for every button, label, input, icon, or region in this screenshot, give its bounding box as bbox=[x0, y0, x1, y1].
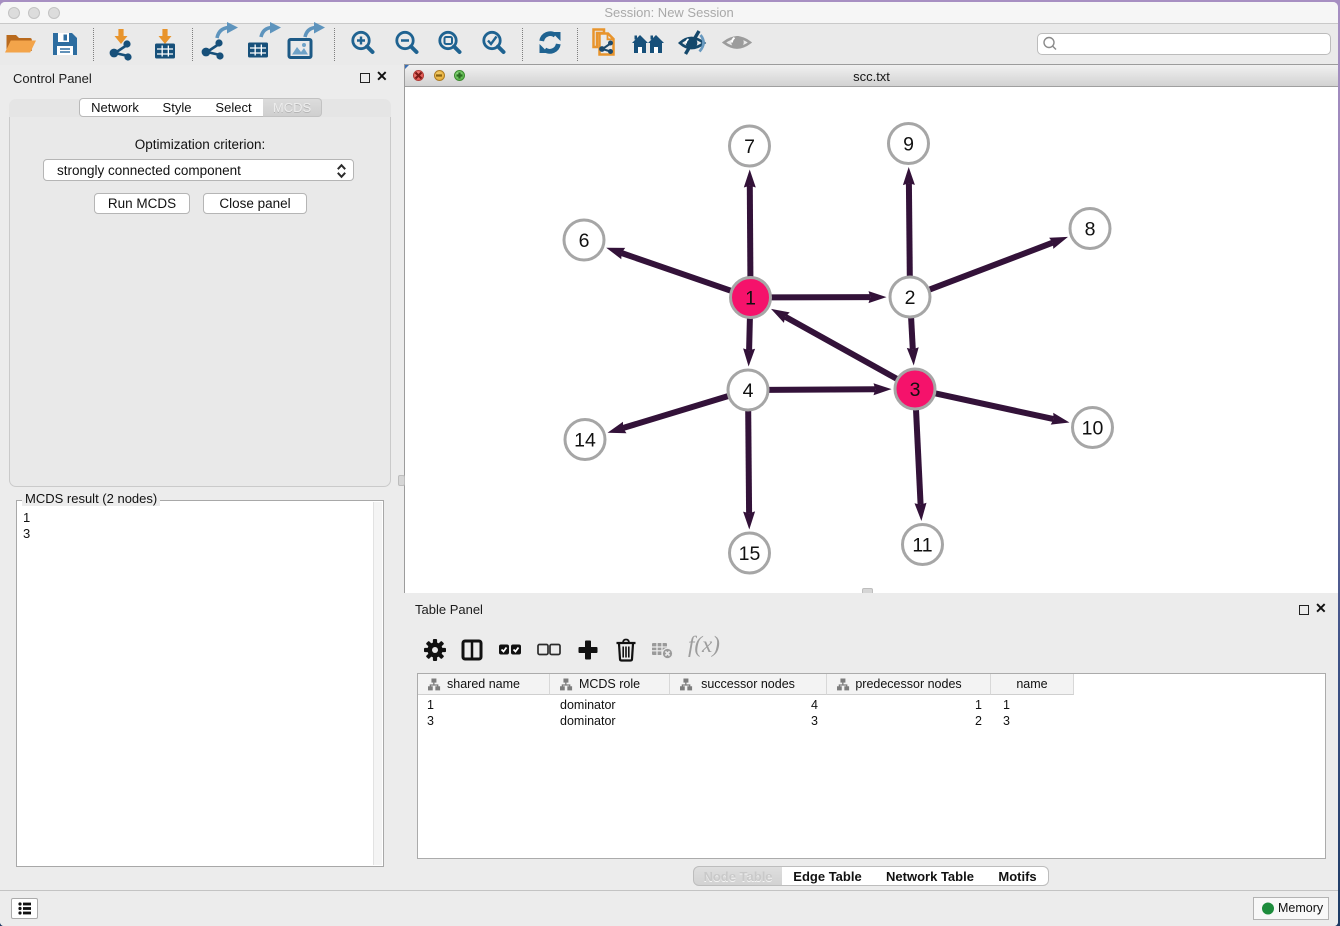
svg-text:1: 1 bbox=[745, 288, 756, 310]
svg-text:10: 10 bbox=[1082, 418, 1104, 440]
svg-text:2: 2 bbox=[905, 287, 916, 309]
svg-text:3: 3 bbox=[910, 379, 921, 401]
svg-text:4: 4 bbox=[743, 380, 754, 402]
svg-text:8: 8 bbox=[1085, 219, 1096, 241]
svg-text:6: 6 bbox=[579, 230, 590, 252]
svg-text:9: 9 bbox=[903, 134, 914, 156]
svg-text:7: 7 bbox=[744, 136, 755, 158]
svg-text:15: 15 bbox=[739, 543, 761, 565]
svg-text:14: 14 bbox=[574, 430, 596, 452]
svg-text:11: 11 bbox=[912, 535, 932, 557]
